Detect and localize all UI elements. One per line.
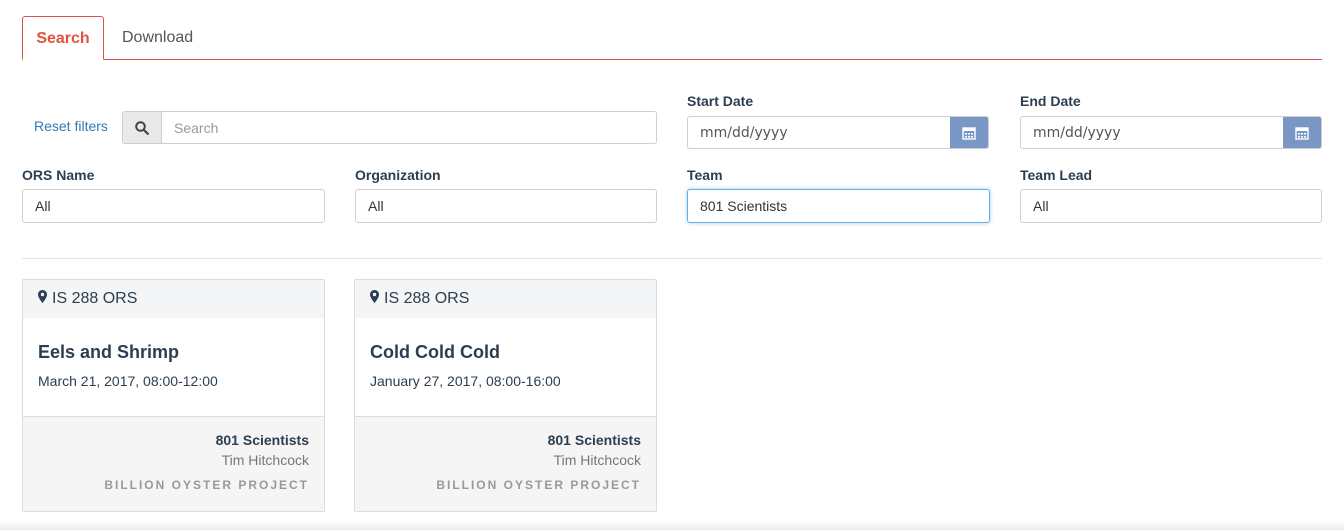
organization-select[interactable]: All: [355, 189, 657, 223]
calendar-icon[interactable]: [1283, 117, 1321, 148]
card-datetime: March 21, 2017, 08:00-12:00: [38, 373, 218, 389]
organization-label: Organization: [355, 167, 441, 183]
card-body: Cold Cold Cold January 27, 2017, 08:00-1…: [355, 318, 656, 417]
end-date-input[interactable]: mm/dd/yyyy: [1021, 117, 1283, 148]
tab-bar: Search Download: [22, 16, 1322, 60]
end-date-label: End Date: [1020, 93, 1081, 109]
card-title[interactable]: Cold Cold Cold: [370, 342, 641, 363]
team-select[interactable]: 801 Scientists: [687, 189, 990, 223]
reset-filters-link[interactable]: Reset filters: [34, 118, 108, 134]
ors-name-label: ORS Name: [22, 167, 95, 183]
card-body: Eels and Shrimp March 21, 2017, 08:00-12…: [23, 318, 324, 417]
card-location: IS 288 ORS: [384, 290, 470, 307]
card-header: IS 288 ORS: [355, 280, 656, 318]
calendar-icon[interactable]: [950, 117, 988, 148]
divider: [22, 258, 1322, 259]
card-footer: 801 Scientists Tim Hitchcock BILLION OYS…: [355, 417, 656, 511]
card-location: IS 288 ORS: [52, 290, 138, 307]
card-organization: BILLION OYSTER PROJECT: [436, 478, 641, 492]
search-icon[interactable]: [123, 112, 162, 143]
start-date-label: Start Date: [687, 93, 754, 109]
team-lead-label: Team Lead: [1020, 167, 1093, 183]
search-input[interactable]: [162, 112, 656, 143]
ors-name-select[interactable]: All: [22, 189, 325, 223]
card-team-lead: Tim Hitchcock: [553, 452, 641, 468]
team-label: Team: [687, 167, 723, 183]
card-team: 801 Scientists: [547, 432, 641, 448]
card-organization: BILLION OYSTER PROJECT: [104, 478, 309, 492]
bottom-shadow: [0, 520, 1344, 530]
start-date-field: mm/dd/yyyy: [687, 116, 989, 149]
end-date-field: mm/dd/yyyy: [1020, 116, 1322, 149]
map-marker-icon: [370, 280, 384, 318]
card-team-lead: Tim Hitchcock: [221, 452, 309, 468]
tab-download[interactable]: Download: [106, 16, 209, 60]
card-title[interactable]: Eels and Shrimp: [38, 342, 309, 363]
card-footer: 801 Scientists Tim Hitchcock BILLION OYS…: [23, 417, 324, 511]
expedition-card[interactable]: IS 288 ORS Cold Cold Cold January 27, 20…: [354, 279, 657, 512]
card-header: IS 288 ORS: [23, 280, 324, 318]
expedition-card[interactable]: IS 288 ORS Eels and Shrimp March 21, 201…: [22, 279, 325, 512]
tab-search[interactable]: Search: [22, 16, 104, 60]
search-group: [122, 111, 657, 144]
card-team: 801 Scientists: [215, 432, 309, 448]
card-datetime: January 27, 2017, 08:00-16:00: [370, 373, 561, 389]
start-date-input[interactable]: mm/dd/yyyy: [688, 117, 950, 148]
map-marker-icon: [38, 280, 52, 318]
team-lead-select[interactable]: All: [1020, 189, 1322, 223]
